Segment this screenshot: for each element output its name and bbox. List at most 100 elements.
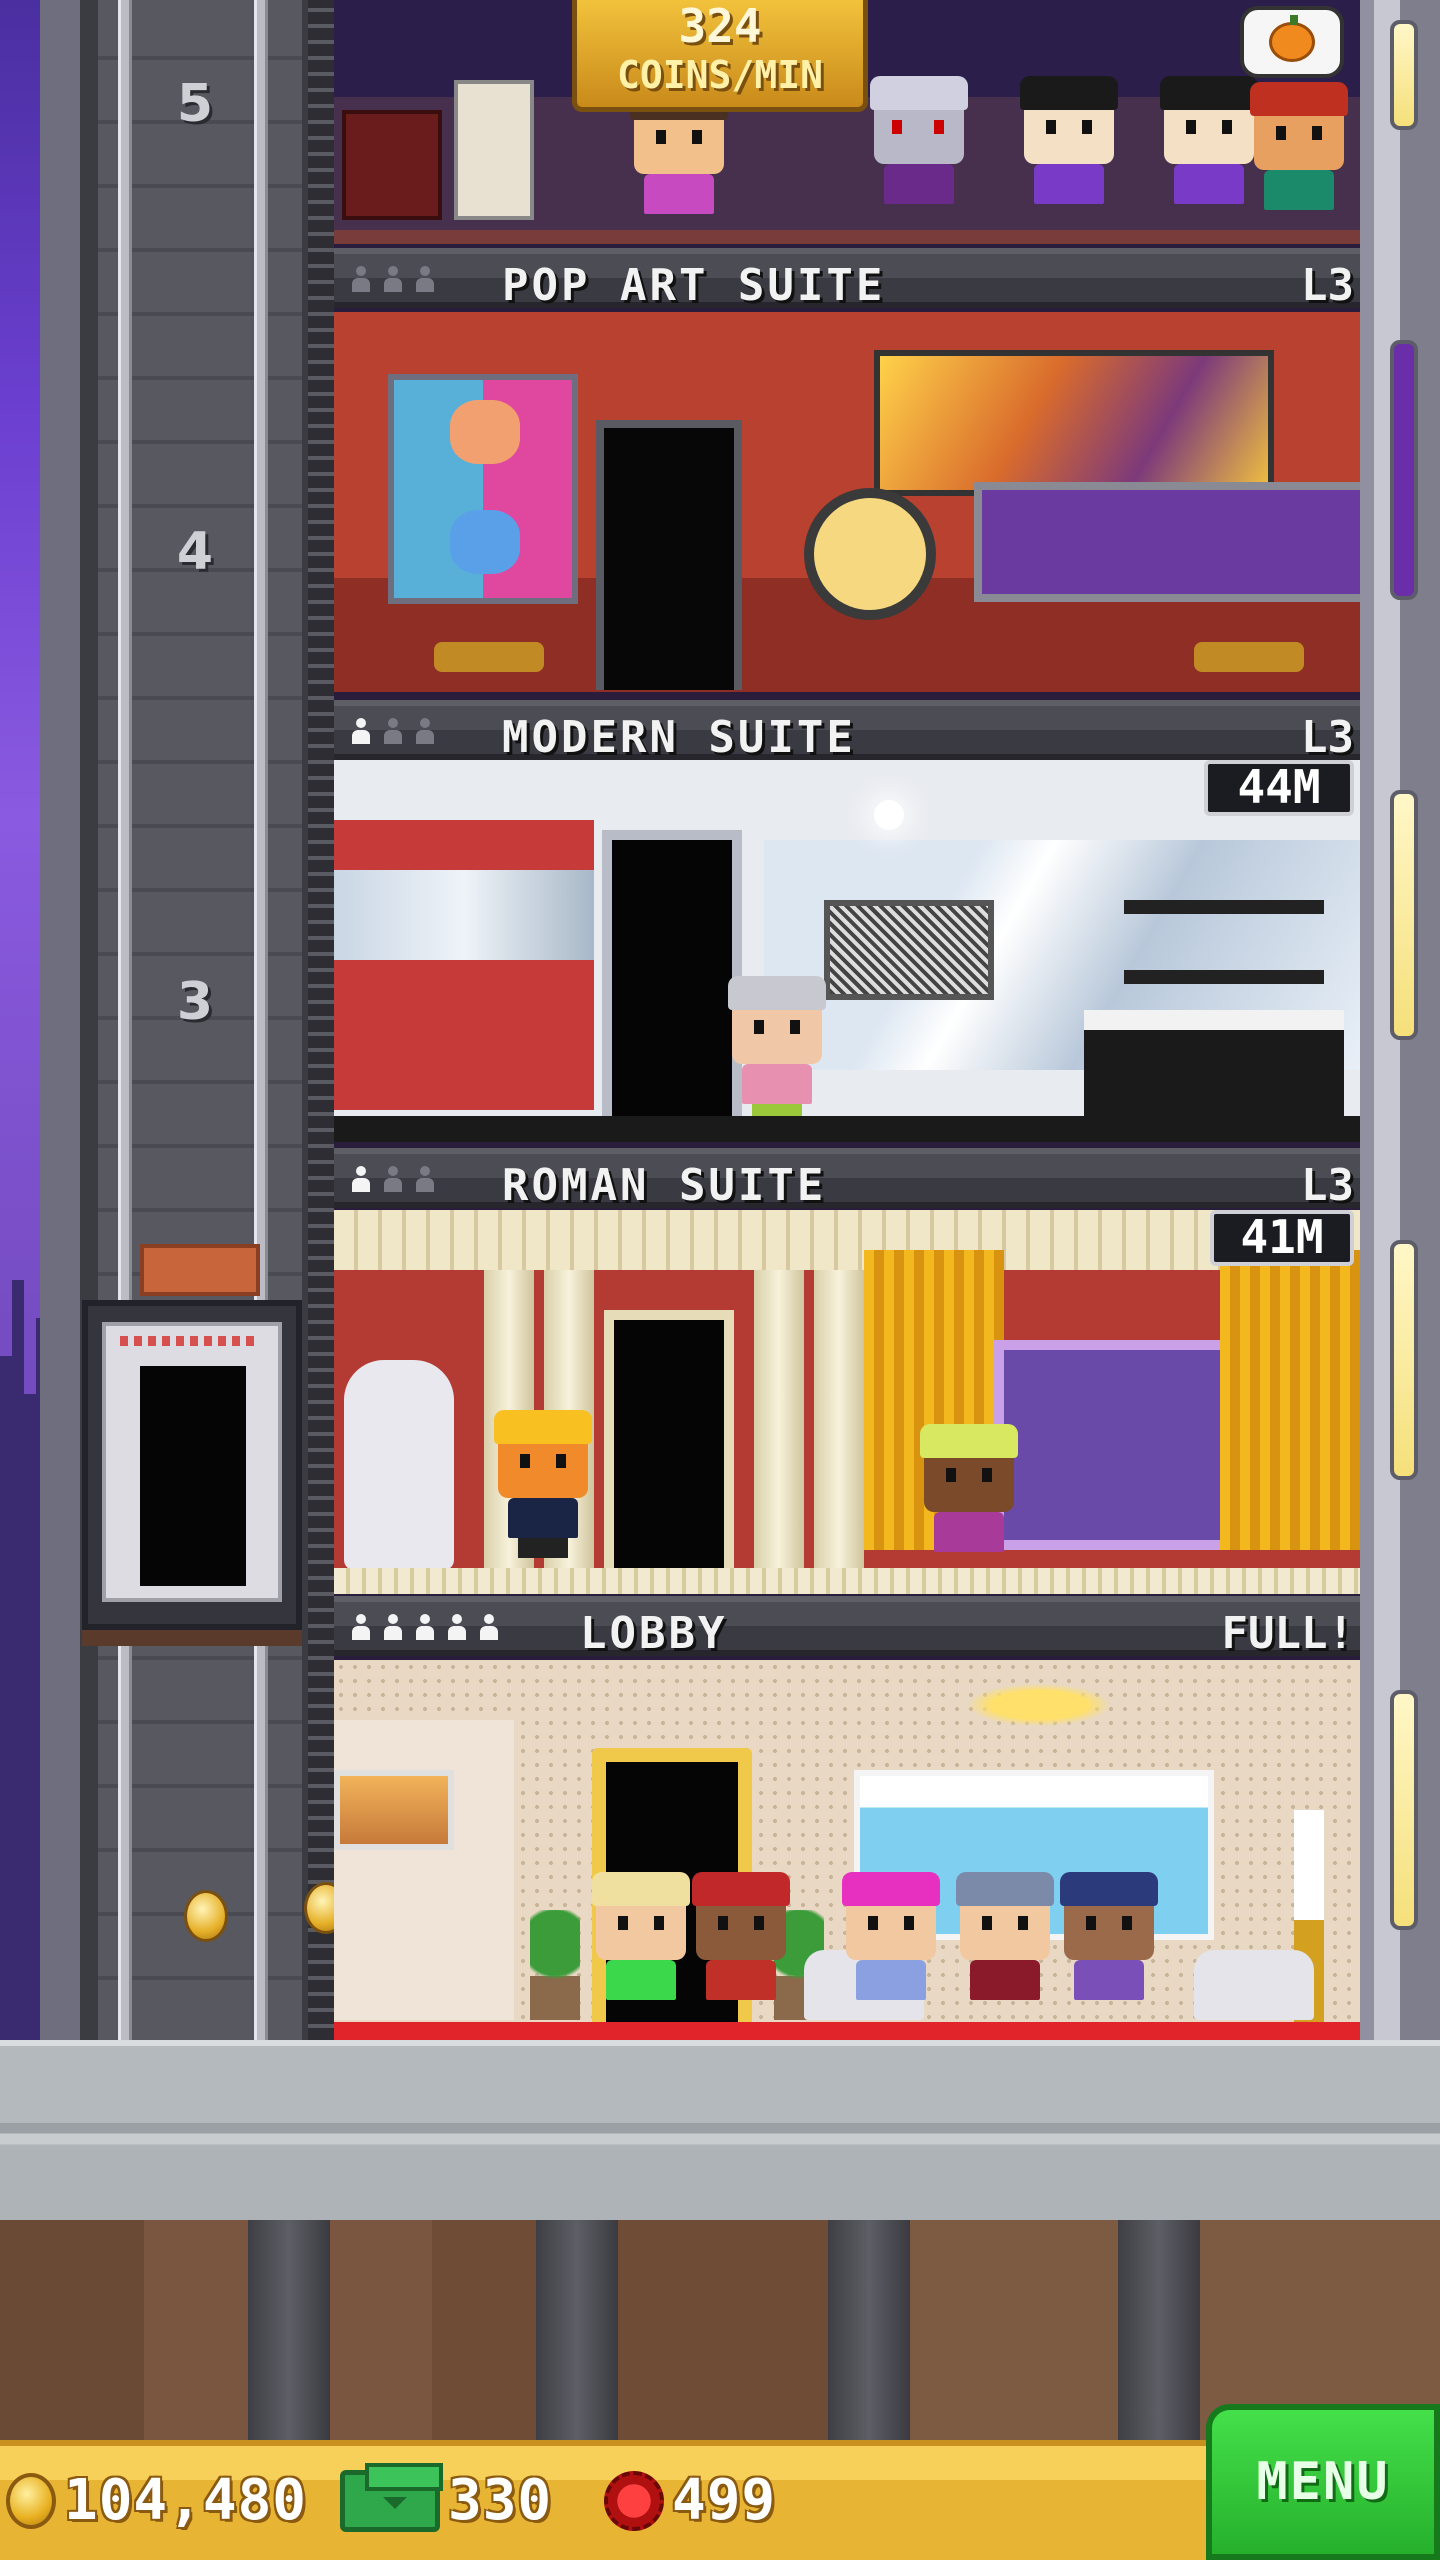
floor-label-lobby[interactable]: LOBBY FULL! — [334, 1596, 1360, 1659]
bux-value: 330 — [448, 2468, 553, 2533]
floor-name: POP ART SUITE — [502, 260, 886, 311]
coin-icon — [6, 2472, 56, 2529]
doorway — [602, 830, 742, 1120]
elevator-floor-number-5: 5 — [176, 74, 214, 134]
lobby-status: FULL! — [1221, 1608, 1354, 1659]
gold-curtain — [1220, 1250, 1360, 1550]
elevator-stripe — [120, 1336, 260, 1346]
doorway — [604, 1310, 734, 1570]
currency-bar: 104,480 330 499 — [0, 2440, 1210, 2560]
resident-slot-icon — [382, 718, 404, 744]
pop-art-painting — [388, 374, 578, 604]
floor-label-modern-suite[interactable]: MODERN SUITE L3 — [334, 700, 1360, 763]
purple-sofa — [974, 482, 1360, 602]
floor-label-pop-art-suite[interactable]: POP ART SUITE L3 — [334, 248, 1360, 311]
speech-bubble[interactable] — [1240, 6, 1344, 78]
elevator-cab — [102, 1322, 282, 1602]
floor-base — [334, 1116, 1360, 1142]
bux-display[interactable]: 330 — [340, 2462, 553, 2533]
floor-name: MODERN SUITE — [502, 712, 856, 763]
bitizen-visitor[interactable] — [842, 1872, 940, 2000]
resident-slot-icon — [414, 1166, 436, 1192]
resident-slot-icon — [350, 266, 372, 292]
floor-level: L3 — [1301, 712, 1354, 763]
coins-per-minute-badge[interactable]: 324 COINS/MIN — [572, 0, 868, 112]
resident-indicator — [350, 1614, 500, 1640]
menu-button[interactable]: MENU — [1206, 2404, 1440, 2560]
tower-window-light — [1390, 1240, 1418, 1480]
bitizen-visitor[interactable] — [592, 1872, 690, 2000]
restock-timer-badge[interactable]: 44M — [1204, 760, 1354, 816]
bitizen-flame-hair[interactable] — [494, 1410, 592, 1558]
tower-window-light — [1390, 20, 1418, 130]
bitizen-bellhop[interactable] — [692, 1872, 790, 2000]
roman-column — [754, 1270, 804, 1570]
lobby-wall-panel — [334, 1720, 514, 2020]
bux-icon — [340, 2462, 443, 2532]
resident-slot-icon — [478, 1614, 500, 1640]
floor-base — [334, 1568, 1360, 1594]
floor-lobby[interactable] — [334, 1660, 1360, 2040]
statue — [344, 1360, 454, 1570]
floor-rug — [1194, 642, 1304, 672]
resident-slot-icon — [382, 266, 404, 292]
bitizen-zombie[interactable] — [870, 76, 968, 204]
coins-value: 104,480 — [64, 2468, 308, 2533]
bitizen-reclining[interactable] — [920, 1424, 1018, 1552]
elevator-rail-left — [118, 0, 132, 2040]
coins-per-minute-unit: COINS/MIN — [617, 53, 823, 97]
floor-level: L3 — [1301, 260, 1354, 311]
resident-slot-icon — [350, 1614, 372, 1640]
lobby-couch — [1194, 1950, 1314, 2020]
elevator-shaft-strip — [308, 0, 334, 2040]
bitizen-costume[interactable] — [1160, 76, 1258, 204]
resident-slot-icon — [414, 718, 436, 744]
elevator-rail-right — [254, 0, 268, 2040]
gem-icon — [604, 2470, 664, 2531]
bed — [1084, 1010, 1344, 1120]
arcade-cabinet — [454, 80, 534, 220]
elevator-base — [82, 1630, 302, 1646]
elevator-car[interactable] — [82, 1244, 302, 1646]
floor-rug — [434, 642, 544, 672]
resident-slot-icon — [350, 718, 372, 744]
tower-window-dark — [1390, 340, 1418, 600]
resident-indicator — [350, 718, 436, 744]
resident-slot-icon — [382, 1166, 404, 1192]
support-pillar — [1118, 2220, 1200, 2440]
doorway — [596, 420, 742, 690]
elevator-roof — [140, 1244, 260, 1296]
bitizen-costume[interactable] — [1020, 76, 1118, 204]
street-sidewalk — [0, 2040, 1440, 2220]
elevator-door — [140, 1366, 246, 1586]
floor-label-roman-suite[interactable]: ROMAN SUITE L3 — [334, 1148, 1360, 1211]
floor-level: L3 — [1301, 1160, 1354, 1211]
coins-per-minute-value: 324 — [678, 0, 762, 53]
bitizen-grandma[interactable] — [728, 976, 826, 1124]
floor-modern-suite[interactable] — [334, 760, 1360, 1142]
pumpkin-icon — [1269, 15, 1315, 62]
bitizen-visitor[interactable] — [1060, 1872, 1158, 2000]
floor-pop-art-suite[interactable] — [334, 312, 1360, 692]
chandelier — [954, 1680, 1124, 1730]
coin-drop-icon[interactable] — [184, 1890, 228, 1942]
resident-slot-icon — [414, 266, 436, 292]
coins-display[interactable]: 104,480 — [6, 2468, 307, 2533]
menu-button-label: MENU — [1256, 2452, 1390, 2512]
wall-shelf — [1124, 900, 1324, 914]
bitizen-glasses[interactable] — [630, 86, 728, 214]
restock-timer-badge[interactable]: 41M — [1210, 1210, 1354, 1266]
tower-left-edge — [40, 0, 80, 2040]
gems-display[interactable]: 499 — [604, 2468, 776, 2533]
bitizen-visitor[interactable] — [956, 1872, 1054, 2000]
table-decoration — [342, 110, 442, 220]
bitizen-redhead[interactable] — [1250, 82, 1348, 210]
roman-frieze — [334, 1210, 1360, 1270]
resident-indicator — [350, 266, 436, 292]
sunset-painting — [334, 1770, 454, 1850]
tower-window-light — [1390, 790, 1418, 1040]
pendant-lamp — [874, 800, 904, 830]
floor-roman-suite[interactable] — [334, 1210, 1360, 1594]
lobby-red-carpet — [334, 2022, 1360, 2040]
resident-slot-icon — [382, 1614, 404, 1640]
